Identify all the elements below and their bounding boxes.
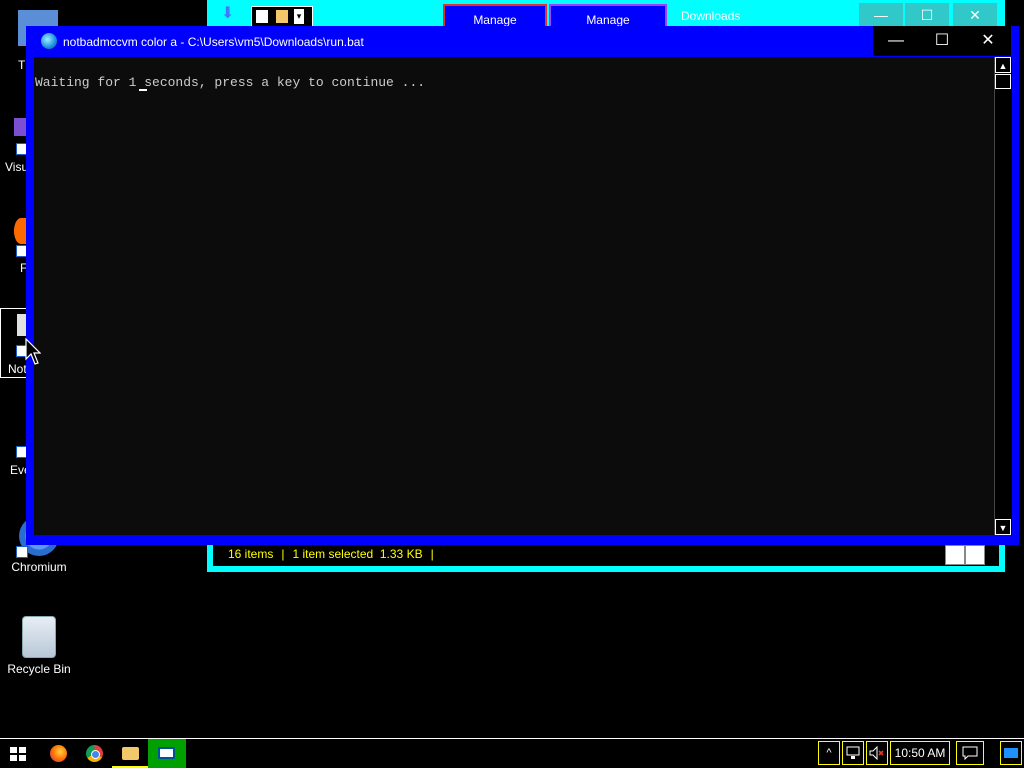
console-minimize-button[interactable]: — [873,26,919,56]
details-view-icon[interactable] [945,545,965,565]
selection-size: 1.33 KB [379,547,423,561]
scroll-down-button[interactable]: ▼ [995,519,1011,535]
status-separator: | [430,547,434,561]
explorer-maximize-button[interactable]: ☐ [905,3,949,27]
large-icons-view-icon[interactable] [965,545,985,565]
desktop-label-partial: Not [8,362,27,376]
console-close-button[interactable]: ✕ [965,26,1011,56]
firefox-icon [50,745,67,762]
show-hidden-icons-button[interactable]: ^ [818,741,840,765]
desktop-label-partial: T [18,58,26,72]
status-separator: | [281,547,285,561]
taskbar-console-active[interactable] [148,739,186,768]
desktop-icon-label: Chromium [11,560,67,574]
console-output-text: Waiting for 1 seconds, press a key to co… [35,75,426,90]
text-cursor [139,89,147,91]
console-maximize-button[interactable]: ☐ [919,26,965,56]
volume-muted-icon[interactable] [866,741,888,765]
tab-manage-application[interactable]: Manage [549,4,667,28]
chrome-icon [86,745,103,762]
console-app-icon[interactable] [41,33,57,49]
desktop-label-partial: Visu [5,160,29,174]
network-icon[interactable] [842,741,864,765]
new-folder-icon[interactable] [276,10,288,23]
console-scrollbar[interactable]: ▲ ▼ [994,57,1012,535]
item-count: 16 items [228,547,274,561]
recycle-bin-icon [22,616,56,658]
windows-logo-icon [10,747,26,761]
taskbar-file-explorer[interactable] [112,739,148,768]
console-title-bar[interactable]: notbadmccvm color a - C:\Users\vm5\Downl… [26,26,1019,56]
console-icon [158,747,175,759]
taskbar-chrome[interactable] [76,739,112,768]
console-title: notbadmccvm color a - C:\Users\vm5\Downl… [63,35,364,49]
explorer-minimize-button[interactable]: — [859,3,903,27]
scroll-up-button[interactable]: ▲ [995,57,1011,73]
start-button[interactable] [0,739,36,768]
show-desktop-button[interactable] [1000,741,1022,765]
desktop-preview-icon [1004,748,1018,758]
status-bar: 16 items | 1 item selected 1.33 KB | [213,542,999,566]
chevron-down-icon[interactable]: ▾ [294,9,304,24]
quick-access-toolbar[interactable]: ▾ [251,6,313,28]
tab-manage-shortcut[interactable]: Manage [443,4,547,28]
arrow-down-icon[interactable]: ⬇ [221,6,237,22]
properties-icon[interactable] [256,10,268,23]
taskbar: ^ 10:50 AM [0,738,1024,768]
taskbar-firefox[interactable] [40,739,76,768]
mouse-pointer-icon [25,338,41,365]
desktop-icon-label: Recycle Bin [7,662,71,676]
scroll-thumb[interactable] [995,74,1011,89]
action-center-icon[interactable] [956,741,984,765]
console-output-line: Waiting for 1 seconds, press a key to co… [35,75,425,90]
shortcut-overlay-icon [16,546,28,558]
console-window[interactable]: notbadmccvm color a - C:\Users\vm5\Downl… [26,26,1019,545]
window-title: Downloads [681,9,741,23]
console-output-area[interactable]: Waiting for 1 seconds, press a key to co… [34,57,994,535]
recycle-bin-desktop-icon[interactable]: Recycle Bin [1,616,77,676]
selection-info: 1 item selected [292,547,374,561]
folder-icon [122,747,139,760]
clock[interactable]: 10:50 AM [890,741,950,765]
explorer-close-button[interactable]: ✕ [953,3,997,27]
